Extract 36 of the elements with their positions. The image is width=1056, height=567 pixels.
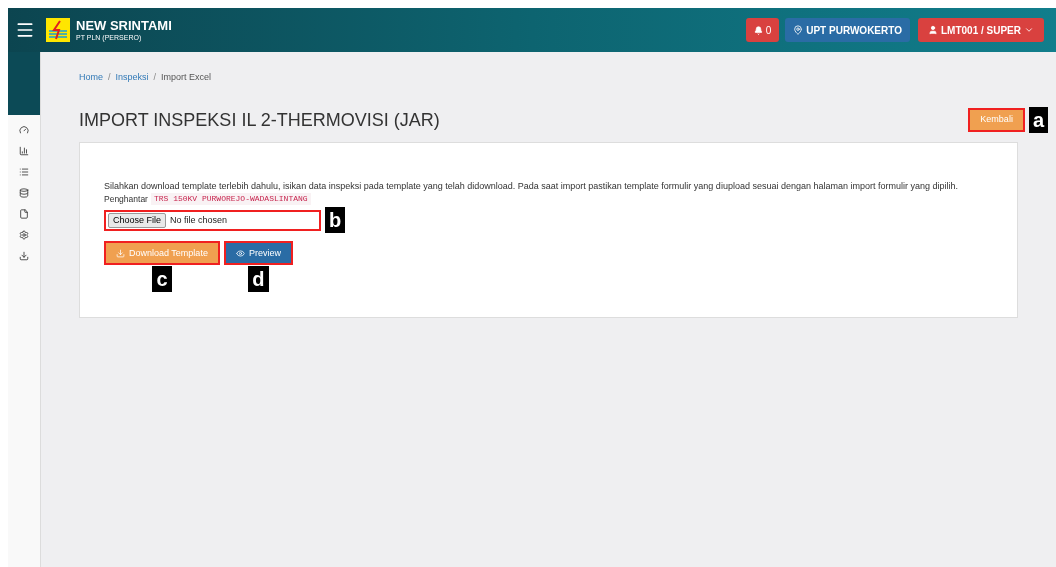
download-icon[interactable] xyxy=(19,251,29,261)
page-title: IMPORT INSPEKSI IL 2-THERMOVISI (JAR) xyxy=(79,108,440,132)
preview-button[interactable]: Preview xyxy=(223,241,293,266)
breadcrumb-current: Import Excel xyxy=(161,71,212,84)
app-name: NEW SRINTAMI xyxy=(76,19,172,32)
file-status: No file chosen xyxy=(170,213,228,227)
list-icon[interactable] xyxy=(19,167,29,177)
logo-icon xyxy=(46,18,70,42)
annotation-label: b xyxy=(325,207,346,234)
location-icon xyxy=(793,25,804,35)
eye-icon xyxy=(235,248,245,258)
instruction-text: Silahkan download template terlebih dahulu, isikan data inspeksi pada template yang telah didownload. Pada saat import pastikan template formulir yang diupload sesuai dengan halaman import formulir yang dipilih. xyxy=(104,180,959,192)
database-icon[interactable] xyxy=(19,188,29,198)
settings-icon[interactable] xyxy=(19,230,29,240)
notification-button[interactable]: 0 xyxy=(745,18,780,42)
user-icon xyxy=(927,25,938,35)
breadcrumb-link[interactable]: Inspeksi xyxy=(115,71,149,85)
bar-chart-icon[interactable] xyxy=(19,146,29,156)
unit-button[interactable]: UPT PURWOKERTO xyxy=(785,18,910,42)
breadcrumb-separator: / xyxy=(108,71,111,84)
gauge-icon[interactable] xyxy=(19,125,29,135)
annotation-label: d xyxy=(248,266,269,293)
choose-file-button[interactable]: Choose File xyxy=(108,212,167,228)
breadcrumb-separator: / xyxy=(153,71,157,84)
download-icon xyxy=(116,248,125,258)
annotation-label: a xyxy=(1028,107,1048,133)
penghantar-code: TRS 150KV PURWOREJO-WADASLINTANG xyxy=(150,192,311,205)
breadcrumb-link[interactable]: Home xyxy=(79,71,103,85)
file-icon[interactable] xyxy=(19,209,29,219)
penghantar-label: Penghantar xyxy=(104,192,148,206)
sidebar-header xyxy=(8,52,40,115)
bell-icon xyxy=(753,25,763,35)
caret-icon xyxy=(1024,25,1034,35)
file-input[interactable]: Choose File No file chosen xyxy=(104,209,321,231)
user-menu-button[interactable]: LMT001 / SUPER xyxy=(917,18,1044,42)
annotation-label: c xyxy=(152,266,172,293)
